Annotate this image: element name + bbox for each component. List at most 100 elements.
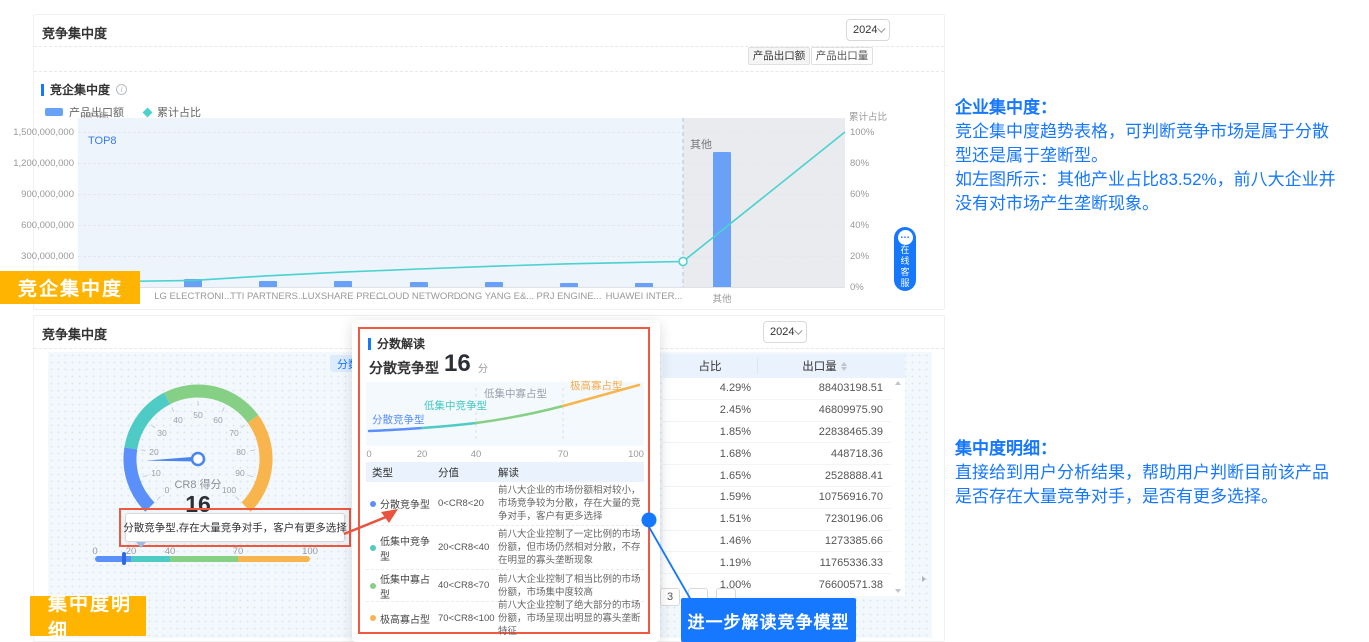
- y-tick: 1,200,000,000: [4, 158, 74, 169]
- service-char: 服: [900, 278, 909, 289]
- connector-dot: [642, 513, 657, 528]
- type-desc: 前八大企业控制了相当比例的市场份额，市场集中度较高: [496, 573, 644, 599]
- annotation2-title: 集中度明细：: [955, 437, 1345, 461]
- sticker-company-concentration: 竞企集中度: [0, 271, 140, 304]
- slider-seg-teal: [131, 556, 170, 562]
- slider-seg-green: [170, 556, 238, 562]
- service-char: 线: [900, 256, 909, 267]
- cumulative-line: [85, 132, 845, 282]
- curve-label-4: 极高寡占型: [570, 378, 623, 393]
- col-header-share[interactable]: 占比: [663, 358, 758, 374]
- y2-tick: 20%: [850, 251, 869, 262]
- col-header-quantity-label: 出口量: [802, 358, 837, 374]
- popup-score-unit: 分: [478, 360, 488, 375]
- pcol-range: 分值: [438, 465, 496, 480]
- table-row[interactable]: 2.45%46809975.90: [663, 400, 891, 422]
- y2-tick: 80%: [850, 158, 869, 169]
- legend-bar-swatch[interactable]: [45, 108, 63, 116]
- gauge-tick: 30: [157, 428, 166, 438]
- slider-marker[interactable]: [122, 552, 126, 565]
- pcol-desc: 解读: [496, 465, 644, 480]
- page-root: 竞争集中度 2024 产品出口额 产品出口量 竞企集中度 i 产品出口额 累计占…: [0, 0, 1369, 642]
- cell-qty: 448718.36: [751, 448, 891, 460]
- interpretation-row: 分散竞争型 0<CR8<20 前八大企业的市场份额相对较小，市场竞争较为分散，存…: [366, 482, 644, 526]
- cell-qty: 88403198.51: [751, 382, 891, 394]
- blue-connector: [636, 508, 726, 608]
- table-row[interactable]: 4.29%88403198.51: [663, 378, 891, 400]
- scroll-up-icon[interactable]: [895, 381, 901, 385]
- cell-pct: 1.59%: [663, 491, 751, 503]
- gauge-tick: 50: [193, 410, 202, 420]
- popup-header: 分数解读: [368, 335, 425, 352]
- type-name: 低集中寡占型: [380, 571, 438, 601]
- gauge-tick: 20: [149, 447, 158, 457]
- curve-x-tick: 40: [471, 449, 482, 460]
- table-row[interactable]: 1.85%22838465.39: [663, 422, 891, 444]
- divider: [34, 71, 944, 72]
- y-tick: 600,000,000: [4, 220, 74, 231]
- section-title: 竞企集中度: [50, 81, 110, 98]
- interpretation-row: 极高寡占型 70<CR8<100 前八大企业控制了绝大部分的市场份额，市场呈现出…: [366, 602, 644, 634]
- sort-icon[interactable]: [841, 362, 847, 371]
- y-tick: 900,000,000: [4, 189, 74, 200]
- cell-pct: 2.45%: [663, 404, 751, 416]
- cell-qty: 46809975.90: [751, 404, 891, 416]
- year-select-top-value: 2024: [853, 24, 877, 36]
- popup-accent-bar: [368, 338, 371, 350]
- cell-qty: 2528888.41: [751, 470, 891, 482]
- cell-qty: 1273385.66: [751, 535, 891, 547]
- year-select-bottom-value: 2024: [770, 326, 794, 338]
- chevron-down-icon: [878, 25, 886, 33]
- table-row[interactable]: 1.59%10756916.70: [663, 487, 891, 509]
- tab-export-quantity[interactable]: 产品出口量: [811, 47, 873, 65]
- y-tick: 1,500,000,000: [4, 127, 74, 138]
- score-range-slider[interactable]: [95, 556, 310, 562]
- info-icon[interactable]: i: [116, 84, 127, 95]
- scroll-down-icon[interactable]: [895, 589, 901, 593]
- verdict-tooltip: 分散竞争型,存在大量竞争对手，客户有更多选择: [125, 513, 345, 542]
- slider-seg-orange: [238, 556, 310, 562]
- cumulative-line-chart: [78, 118, 845, 287]
- popup-title: 分数解读: [377, 335, 425, 352]
- year-select-top[interactable]: 2024: [846, 19, 890, 41]
- y2-tick: 40%: [850, 220, 869, 231]
- y2-axis-title: 累计占比: [849, 109, 887, 123]
- cell-qty: 22838465.39: [751, 426, 891, 438]
- year-select-bottom[interactable]: 2024: [763, 321, 807, 343]
- interpret-model-button[interactable]: 进一步解读竞争模型: [681, 598, 856, 642]
- curve-x-tick: 0: [366, 449, 371, 460]
- gauge-name: CR8 得分: [111, 476, 285, 492]
- line-marker-dot: [679, 258, 687, 266]
- scroll-right-icon[interactable]: [922, 576, 926, 582]
- table-row[interactable]: 1.68%448718.36: [663, 443, 891, 465]
- table-row[interactable]: 1.65%2528888.41: [663, 465, 891, 487]
- popup-score: 16: [444, 350, 471, 378]
- curve-x-tick: 20: [417, 449, 428, 460]
- tab-export-amount[interactable]: 产品出口额: [748, 47, 810, 65]
- interpretation-row: 低集中竞争型 20<CR8<40 前八大企业控制了一定比例的市场份额，但市场仍然…: [366, 526, 644, 570]
- col-header-quantity[interactable]: 出口量: [758, 358, 891, 374]
- pcol-type: 类型: [366, 465, 438, 480]
- table-header-row: 占比 出口量: [663, 354, 905, 378]
- cell-qty: 7230196.06: [751, 513, 891, 525]
- online-service-widget[interactable]: … 在 线 客 服: [894, 227, 916, 291]
- legend-line-swatch[interactable]: [143, 107, 153, 117]
- type-desc: 前八大企业控制了一定比例的市场份额，但市场仍然相对分散，不存在明显的寡头垄断现象: [496, 528, 644, 567]
- interpretation-table: 类型 分值 解读 分散竞争型 0<CR8<20 前八大企业的市场份额相对较小，市…: [366, 462, 644, 634]
- annotation-concentration-detail: 集中度明细： 直接给到用户分析结果，帮助用户判断目前该产品是否存在大量竞争对手，…: [955, 437, 1345, 509]
- curve-label-1: 分散竞争型: [372, 412, 425, 427]
- cell-qty: 76600571.38: [751, 579, 891, 591]
- service-char: 客: [900, 267, 909, 278]
- service-char: 在: [900, 245, 909, 256]
- cell-pct: 1.85%: [663, 426, 751, 438]
- curve-x-tick: 100: [628, 449, 644, 460]
- cell-qty: 10756916.70: [751, 491, 891, 503]
- section-header: 竞企集中度 i: [41, 81, 127, 98]
- x-category: 其他: [677, 291, 767, 305]
- red-arrow: [342, 502, 404, 540]
- annotation1-p1: 竞企集中度趋势表格，可判断竞争市场是属于分散型还是属于垄断型。: [955, 120, 1345, 168]
- panel2-title: 竞争集中度: [42, 324, 107, 343]
- score-interpretation-popup: 分数解读 分散竞争型 16 分 分散竞争型 低集中竞争型 低集中寡占型 极高寡占…: [352, 320, 660, 642]
- section-accent-bar: [41, 84, 44, 96]
- table-scrollbar-vertical[interactable]: [891, 378, 905, 596]
